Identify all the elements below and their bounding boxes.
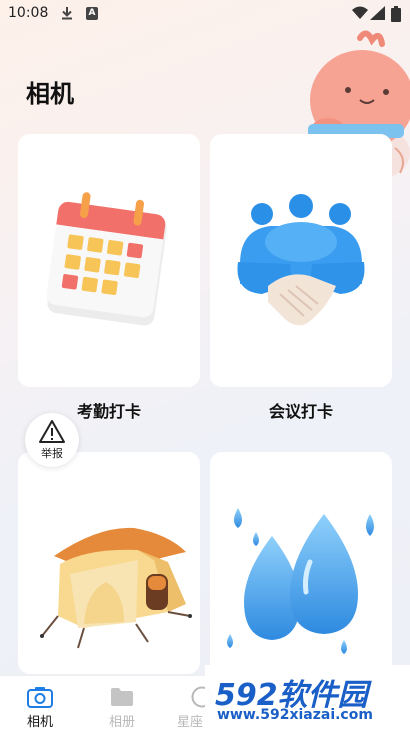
signal-icon (370, 6, 385, 20)
status-time: 10:08 (8, 5, 49, 21)
battery-icon (391, 6, 401, 22)
meeting-card[interactable] (210, 134, 392, 387)
a-badge-icon: A (86, 7, 98, 20)
tent-icon (40, 527, 192, 649)
attendance-card[interactable] (18, 134, 200, 387)
handshake-icon (237, 194, 365, 326)
watermark-url: www.592xiazai.com (217, 707, 373, 723)
status-bar: 10:08 A (0, 0, 410, 28)
water-card[interactable] (210, 452, 392, 674)
report-button[interactable]: 举报 (25, 413, 79, 467)
page-title: 相机 (26, 80, 74, 108)
camping-card[interactable] (18, 452, 200, 674)
wifi-icon (352, 6, 368, 19)
meeting-card-label: 会议打卡 (268, 402, 333, 421)
folder-icon (111, 688, 133, 706)
calendar-icon (46, 192, 167, 326)
tab-camera[interactable]: 相机 (0, 676, 80, 730)
tab-camera-label: 相机 (26, 715, 53, 730)
site-watermark: 592软件园 www.592xiazai.com (205, 665, 410, 730)
warning-icon (39, 420, 65, 443)
water-drops-icon (227, 508, 374, 654)
download-icon (62, 7, 72, 20)
camera-icon (27, 687, 53, 708)
report-label: 举报 (41, 447, 63, 460)
